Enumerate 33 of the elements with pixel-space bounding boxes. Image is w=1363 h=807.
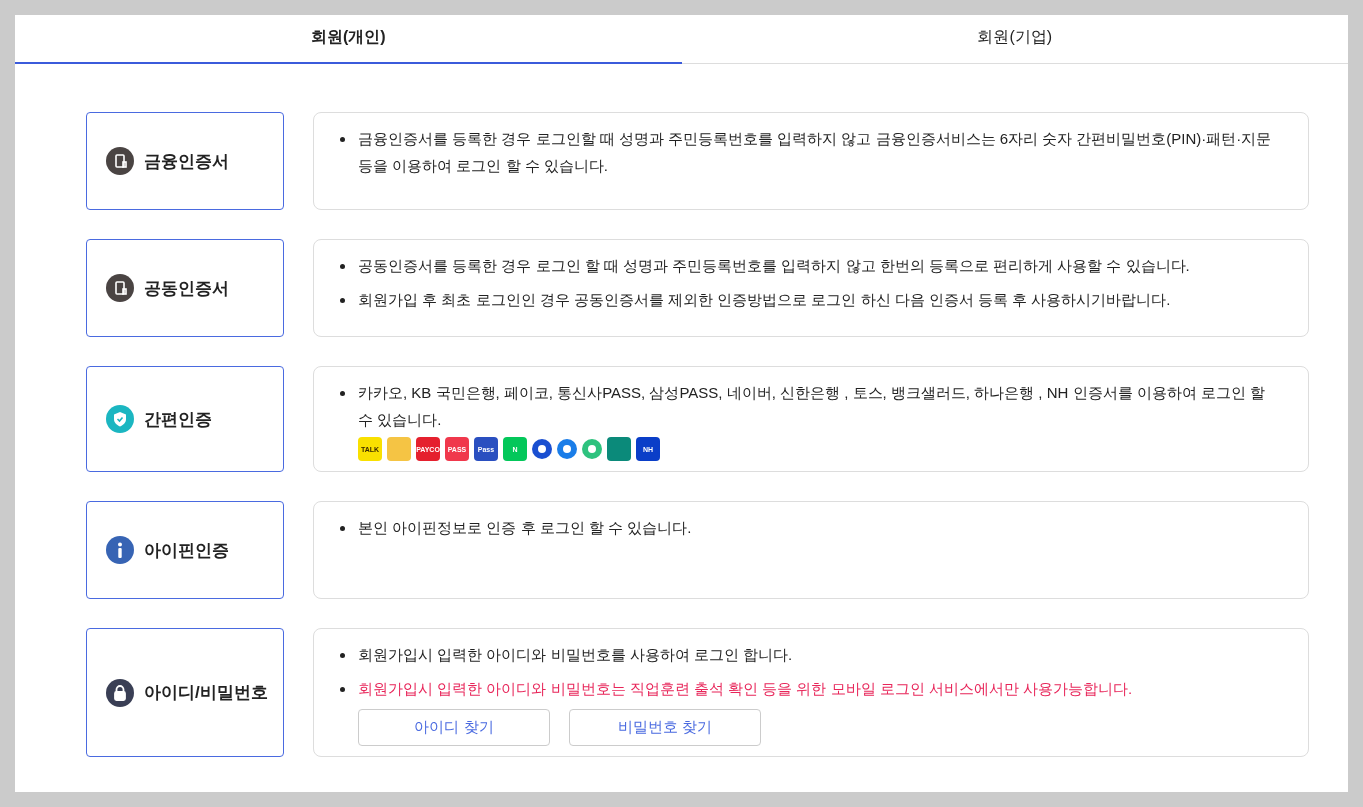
bullet-icon xyxy=(340,137,345,142)
auth-method-card[interactable]: 아이핀인증 xyxy=(86,501,284,599)
bullet-icon xyxy=(340,526,345,531)
description-text: 본인 아이핀정보로 인증 후 로그인 할 수 있습니다. xyxy=(358,518,693,538)
bullet-icon xyxy=(340,653,345,658)
auth-method-card[interactable]: 공동인증서 xyxy=(86,239,284,337)
auth-method-title: 아이핀인증 xyxy=(144,539,229,562)
bullet-icon xyxy=(340,298,345,303)
auth-method-card[interactable]: 금융인증서 xyxy=(86,112,284,210)
shield-check-icon xyxy=(106,405,134,433)
phone-icon xyxy=(106,274,134,302)
description-text: 카카오, KB 국민은행, 페이코, 통신사PASS, 삼성PASS, 네이버, 신한은행 , 토스, 뱅크샐러드, 하나은행 , NH 인증서를 이용하여 로그인 할 수 있습니다. xyxy=(358,383,1266,430)
info-icon xyxy=(106,536,134,564)
bullet-icon xyxy=(340,687,345,692)
find-button[interactable]: 비밀번호 찾기 xyxy=(569,709,761,746)
bullet-icon xyxy=(340,391,345,396)
auth-method-title: 공동인증서 xyxy=(144,277,229,300)
lock-icon xyxy=(106,678,134,707)
tab[interactable]: 회원(기업) xyxy=(681,15,1348,64)
description-text: 회원가입 후 최초 로그인인 경우 공동인증서를 제외한 인증방법으로 로그인 하신 다음 인증서 등록 후 사용하시기바랍니다. xyxy=(358,290,1172,310)
auth-method-card[interactable]: 간편인증 xyxy=(86,366,284,472)
auth-method-title: 금융인증서 xyxy=(144,150,229,173)
bullet-icon xyxy=(340,264,345,269)
description-text: 금융인증서를 등록한 경우 로그인할 때 성명과 주민등록번호를 입력하지 않고 금융인증서비스는 6자리 숫자 간편비밀번호(PIN)·패턴·지문등을 이용하여 로그인 할 수 있습니다. xyxy=(358,129,1273,176)
description-text: 공동인증서를 등록한 경우 로그인 할 때 성명과 주민등록번호를 입력하지 않고 한번의 등록으로 편리하게 사용할 수 있습니다. xyxy=(358,256,1191,276)
phone-icon xyxy=(106,147,134,175)
auth-method-title: 간편인증 xyxy=(144,408,212,431)
auth-method-card[interactable]: 아이디/비밀번호 xyxy=(86,628,284,757)
description-text: 회원가입시 입력한 아이디와 비밀번호를 사용하여 로그인 합니다. xyxy=(358,645,794,665)
auth-method-title: 아이디/비밀번호 xyxy=(144,682,268,704)
description-text: 회원가입시 입력한 아이디와 비밀번호는 직업훈련 출석 확인 등을 위한 모바일 로그인 서비스에서만 사용가능합니다. xyxy=(358,679,1134,699)
find-button[interactable]: 아이디 찾기 xyxy=(358,709,550,746)
tab[interactable]: 회원(개인) xyxy=(15,15,682,64)
